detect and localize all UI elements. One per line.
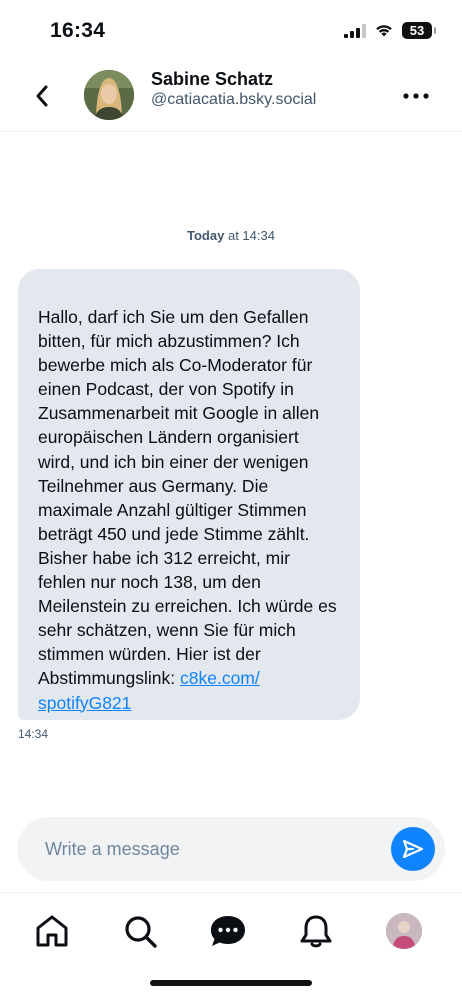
tab-chat[interactable] [208, 911, 248, 951]
message-input[interactable] [45, 831, 375, 867]
bell-icon [300, 915, 332, 948]
home-indicator [150, 980, 312, 986]
contact-name: Sabine Schatz [151, 69, 274, 89]
date-day: Today [187, 228, 225, 243]
date-divider: Today at 14:34 [0, 228, 462, 243]
chat-icon [211, 916, 245, 946]
conversation-header: Sabine Schatz @catiacatia.bsky.social [0, 60, 462, 132]
avatar[interactable] [84, 70, 134, 120]
signal-icon [344, 23, 366, 38]
search-icon [125, 916, 157, 948]
message-link-part2: spotifyG821 [38, 692, 132, 713]
bottom-tab-bar [0, 892, 462, 1000]
home-icon [36, 915, 68, 947]
more-dots-icon [403, 93, 429, 99]
status-icons: 53 [344, 22, 436, 39]
send-button[interactable] [391, 827, 435, 871]
contact-handle: @catiacatia.bsky.social [151, 91, 317, 108]
message-link-part1: c8ke.com/ [180, 668, 260, 689]
message-composer [17, 817, 445, 881]
status-time: 16:34 [50, 19, 106, 42]
battery-level: 53 [409, 23, 425, 38]
send-icon [402, 839, 424, 859]
tab-profile[interactable] [384, 911, 424, 951]
back-button[interactable] [26, 80, 58, 112]
message-bubble: Hallo, darf ich Sie um den Gefallen bitt… [18, 269, 360, 720]
status-bar: 16:34 53 [0, 0, 462, 60]
wifi-icon [376, 25, 392, 37]
tab-home[interactable] [32, 911, 72, 951]
profile-avatar-image [386, 913, 422, 949]
message-body: Hallo, darf ich Sie um den Gefallen bitt… [38, 305, 340, 715]
profile-avatar [386, 913, 422, 949]
chevron-left-icon [36, 85, 48, 107]
date-time: at 14:34 [227, 228, 275, 243]
message-timestamp: 14:34 [18, 727, 49, 741]
message-text: Hallo, darf ich Sie um den Gefallen bitt… [38, 307, 337, 689]
tab-notifications[interactable] [296, 911, 336, 951]
tab-search[interactable] [120, 911, 160, 951]
avatar-image [84, 70, 134, 120]
more-options-button[interactable] [400, 82, 432, 110]
battery-icon: 53 [402, 22, 436, 39]
